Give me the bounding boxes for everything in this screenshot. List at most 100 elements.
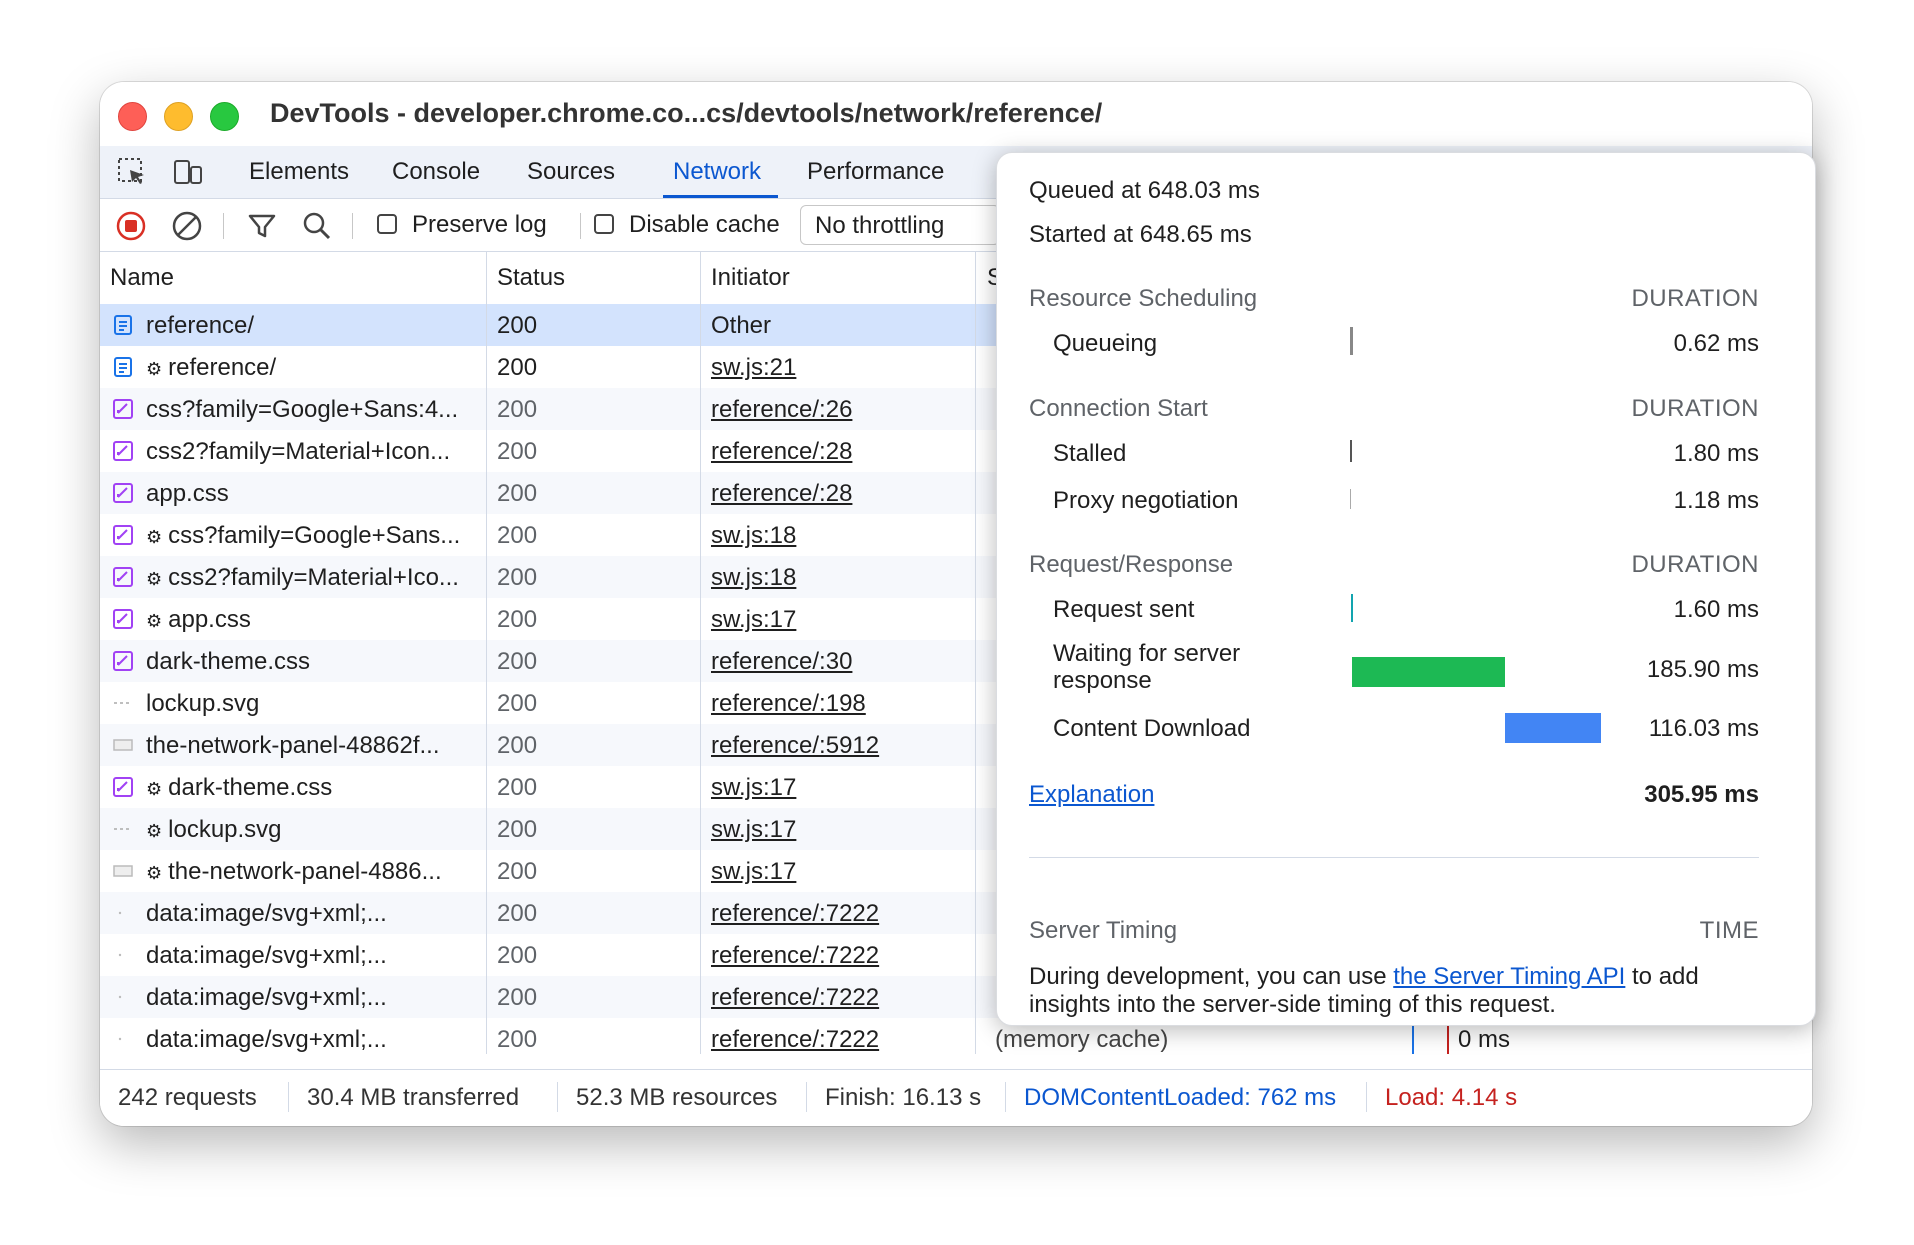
service-worker-gear-icon: ⚙ xyxy=(146,779,163,799)
tab-elements[interactable]: Elements xyxy=(249,158,349,186)
stylesheet-icon xyxy=(113,567,133,587)
request-name[interactable]: ⚙ the-network-panel-4886... xyxy=(146,858,481,886)
request-initiator[interactable]: sw.js:17 xyxy=(711,606,971,634)
request-name[interactable]: ⚙ lockup.svg xyxy=(146,816,481,844)
request-name[interactable]: ⚙ css2?family=Material+Ico... xyxy=(146,564,481,592)
tab-console[interactable]: Console xyxy=(392,158,480,186)
image-icon xyxy=(113,739,133,751)
throttling-select[interactable]: No throttling xyxy=(800,205,1000,245)
column-header-status[interactable]: Status xyxy=(497,264,565,292)
request-name[interactable]: ⚙ css?family=Google+Sans... xyxy=(146,522,481,550)
queueing-label: Queueing xyxy=(1053,330,1158,357)
request-initiator[interactable]: sw.js:17 xyxy=(711,816,971,844)
clear-icon[interactable] xyxy=(170,209,204,243)
request-initiator[interactable]: sw.js:18 xyxy=(711,522,971,550)
tab-network[interactable]: Network xyxy=(673,158,761,186)
explanation-link[interactable]: Explanation xyxy=(1029,781,1154,809)
proxy-negotiation-value: 1.18 ms xyxy=(1673,487,1759,514)
disable-cache-label[interactable]: Disable cache xyxy=(629,211,780,239)
request-initiator[interactable]: sw.js:17 xyxy=(711,858,971,886)
request-name[interactable]: reference/ xyxy=(146,312,481,340)
section-server-timing: Server Timing xyxy=(1029,917,1178,944)
request-size: (memory cache) xyxy=(995,1026,1169,1053)
request-name[interactable]: the-network-panel-48862f... xyxy=(146,732,481,760)
record-stop-icon[interactable] xyxy=(114,209,148,243)
stylesheet-icon xyxy=(113,651,133,671)
request-name[interactable]: css2?family=Material+Icon... xyxy=(146,438,481,466)
request-status: 200 xyxy=(497,984,538,1011)
request-name-text: css2?family=Material+Ico... xyxy=(168,564,459,591)
request-name[interactable]: ⚙ app.css xyxy=(146,606,481,634)
duration-header: DURATION xyxy=(1631,395,1759,422)
request-initiator[interactable]: reference/:7222 xyxy=(711,900,971,928)
document-icon xyxy=(114,357,132,377)
request-initiator[interactable]: reference/:30 xyxy=(711,648,971,676)
statusbar-divider xyxy=(557,1082,558,1112)
content-download-bar xyxy=(1505,713,1601,743)
disable-cache-checkbox[interactable] xyxy=(594,214,614,234)
request-name[interactable]: data:image/svg+xml;... xyxy=(146,942,481,970)
request-status: 200 xyxy=(497,354,538,381)
request-initiator[interactable]: sw.js:18 xyxy=(711,564,971,592)
tab-performance[interactable]: Performance xyxy=(807,158,944,186)
statusbar-divider xyxy=(1005,1082,1006,1112)
request-name[interactable]: data:image/svg+xml;... xyxy=(146,900,481,928)
request-initiator[interactable]: reference/:7222 xyxy=(711,984,971,1012)
statusbar-divider xyxy=(1366,1082,1367,1112)
request-name[interactable]: ⚙ dark-theme.css xyxy=(146,774,481,802)
request-name[interactable]: app.css xyxy=(146,480,481,508)
zoom-window-button[interactable] xyxy=(210,102,239,131)
column-header-initiator[interactable]: Initiator xyxy=(711,264,790,292)
server-timing-text: During development, you can use the Serv… xyxy=(1029,963,1699,991)
active-tab-indicator xyxy=(663,195,778,198)
request-initiator[interactable]: reference/:28 xyxy=(711,480,971,508)
server-timing-text-line2: insights into the server-side timing of … xyxy=(1029,991,1556,1018)
data-uri-icon xyxy=(118,911,122,915)
preserve-log-checkbox[interactable] xyxy=(377,214,397,234)
request-name-text: css?family=Google+Sans:4... xyxy=(146,396,459,423)
request-name[interactable]: dark-theme.css xyxy=(146,648,481,676)
column-header-name[interactable]: Name xyxy=(110,264,174,292)
queueing-bar xyxy=(1350,327,1353,355)
request-initiator[interactable]: reference/:198 xyxy=(711,690,971,718)
request-sent-bar xyxy=(1351,594,1353,622)
request-initiator[interactable]: reference/:7222 xyxy=(711,942,971,970)
tab-sources[interactable]: Sources xyxy=(527,158,615,186)
request-name[interactable]: data:image/svg+xml;... xyxy=(146,1026,481,1054)
request-name[interactable]: lockup.svg xyxy=(146,690,481,718)
minimize-window-button[interactable] xyxy=(164,102,193,131)
request-name[interactable]: css?family=Google+Sans:4... xyxy=(146,396,481,424)
device-toolbar-icon[interactable] xyxy=(172,156,204,188)
request-initiator[interactable]: reference/:7222 xyxy=(711,1026,971,1054)
data-uri-icon xyxy=(118,1037,122,1041)
request-initiator[interactable]: sw.js:21 xyxy=(711,354,971,382)
request-initiator[interactable]: reference/:5912 xyxy=(711,732,971,760)
request-status: 200 xyxy=(497,648,538,675)
stalled-value: 1.80 ms xyxy=(1673,440,1759,467)
inspect-element-icon[interactable] xyxy=(116,156,148,188)
resources-size: 52.3 MB resources xyxy=(576,1084,778,1111)
request-sent-label: Request sent xyxy=(1053,596,1195,623)
toolbar-divider xyxy=(223,213,224,239)
request-name[interactable]: data:image/svg+xml;... xyxy=(146,984,481,1012)
preserve-log-label[interactable]: Preserve log xyxy=(412,211,547,239)
request-status: 200 xyxy=(497,816,538,843)
service-worker-gear-icon: ⚙ xyxy=(146,359,163,379)
transferred-size: 30.4 MB transferred xyxy=(307,1084,520,1111)
filter-icon[interactable] xyxy=(245,209,279,243)
request-name-text: css?family=Google+Sans... xyxy=(168,522,461,549)
search-icon[interactable] xyxy=(300,209,334,243)
close-window-button[interactable] xyxy=(118,102,147,131)
request-status: 200 xyxy=(497,480,538,507)
column-divider xyxy=(975,252,976,1054)
toolbar-divider xyxy=(352,213,353,239)
proxy-negotiation-label: Proxy negotiation xyxy=(1053,487,1239,514)
request-initiator[interactable]: reference/:28 xyxy=(711,438,971,466)
server-timing-api-link[interactable]: the Server Timing API xyxy=(1393,963,1625,990)
request-initiator[interactable]: reference/:26 xyxy=(711,396,971,424)
request-name[interactable]: ⚙ reference/ xyxy=(146,354,481,382)
column-divider xyxy=(700,252,701,1054)
request-initiator[interactable]: sw.js:17 xyxy=(711,774,971,802)
request-status: 200 xyxy=(497,858,538,885)
waiting-label-line2: response xyxy=(1053,667,1152,694)
